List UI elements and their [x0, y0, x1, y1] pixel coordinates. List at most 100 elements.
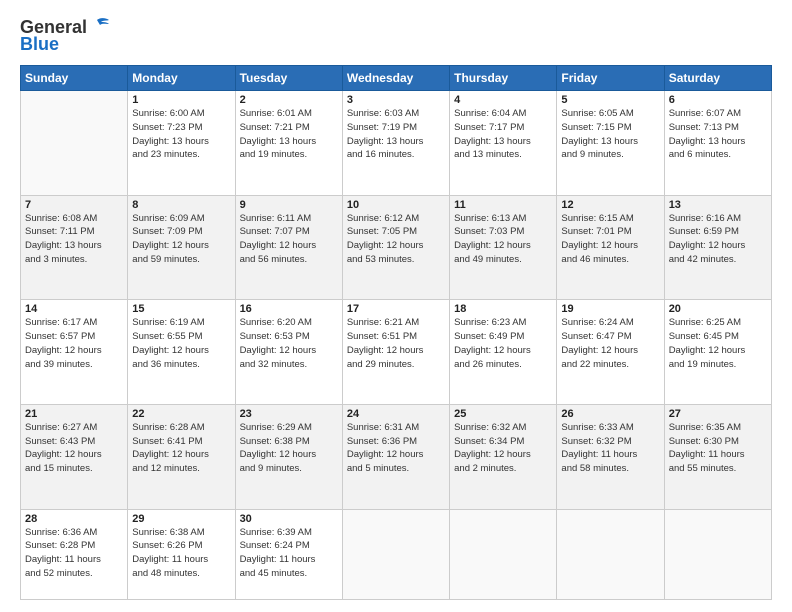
day-cell	[450, 509, 557, 599]
day-cell: 20Sunrise: 6:25 AMSunset: 6:45 PMDayligh…	[664, 300, 771, 405]
week-row-5: 28Sunrise: 6:36 AMSunset: 6:28 PMDayligh…	[21, 509, 772, 599]
day-number: 19	[561, 303, 659, 315]
day-info: Sunrise: 6:35 AMSunset: 6:30 PMDaylight:…	[669, 421, 767, 476]
day-number: 11	[454, 199, 552, 211]
day-cell: 19Sunrise: 6:24 AMSunset: 6:47 PMDayligh…	[557, 300, 664, 405]
day-cell: 10Sunrise: 6:12 AMSunset: 7:05 PMDayligh…	[342, 195, 449, 300]
day-number: 26	[561, 408, 659, 420]
day-cell: 28Sunrise: 6:36 AMSunset: 6:28 PMDayligh…	[21, 509, 128, 599]
day-number: 28	[25, 513, 123, 525]
day-number: 22	[132, 408, 230, 420]
day-number: 7	[25, 199, 123, 211]
day-info: Sunrise: 6:08 AMSunset: 7:11 PMDaylight:…	[25, 212, 123, 267]
day-cell: 16Sunrise: 6:20 AMSunset: 6:53 PMDayligh…	[235, 300, 342, 405]
day-number: 30	[240, 513, 338, 525]
header: General Blue	[20, 16, 772, 55]
day-number: 4	[454, 94, 552, 106]
logo: General Blue	[20, 16, 111, 55]
day-cell: 3Sunrise: 6:03 AMSunset: 7:19 PMDaylight…	[342, 91, 449, 196]
day-cell: 11Sunrise: 6:13 AMSunset: 7:03 PMDayligh…	[450, 195, 557, 300]
header-wednesday: Wednesday	[342, 66, 449, 91]
day-cell: 30Sunrise: 6:39 AMSunset: 6:24 PMDayligh…	[235, 509, 342, 599]
day-info: Sunrise: 6:21 AMSunset: 6:51 PMDaylight:…	[347, 316, 445, 371]
day-number: 29	[132, 513, 230, 525]
logo-bird-icon	[89, 16, 111, 38]
day-cell: 14Sunrise: 6:17 AMSunset: 6:57 PMDayligh…	[21, 300, 128, 405]
day-number: 1	[132, 94, 230, 106]
day-number: 23	[240, 408, 338, 420]
day-cell: 22Sunrise: 6:28 AMSunset: 6:41 PMDayligh…	[128, 404, 235, 509]
day-cell: 27Sunrise: 6:35 AMSunset: 6:30 PMDayligh…	[664, 404, 771, 509]
day-number: 14	[25, 303, 123, 315]
day-number: 10	[347, 199, 445, 211]
day-cell	[557, 509, 664, 599]
week-row-3: 14Sunrise: 6:17 AMSunset: 6:57 PMDayligh…	[21, 300, 772, 405]
day-info: Sunrise: 6:07 AMSunset: 7:13 PMDaylight:…	[669, 107, 767, 162]
day-cell: 26Sunrise: 6:33 AMSunset: 6:32 PMDayligh…	[557, 404, 664, 509]
day-number: 18	[454, 303, 552, 315]
day-info: Sunrise: 6:28 AMSunset: 6:41 PMDaylight:…	[132, 421, 230, 476]
day-cell: 15Sunrise: 6:19 AMSunset: 6:55 PMDayligh…	[128, 300, 235, 405]
header-thursday: Thursday	[450, 66, 557, 91]
day-number: 9	[240, 199, 338, 211]
day-info: Sunrise: 6:15 AMSunset: 7:01 PMDaylight:…	[561, 212, 659, 267]
day-cell: 1Sunrise: 6:00 AMSunset: 7:23 PMDaylight…	[128, 91, 235, 196]
day-info: Sunrise: 6:16 AMSunset: 6:59 PMDaylight:…	[669, 212, 767, 267]
day-cell	[664, 509, 771, 599]
calendar-table: Sunday Monday Tuesday Wednesday Thursday…	[20, 65, 772, 600]
day-cell: 23Sunrise: 6:29 AMSunset: 6:38 PMDayligh…	[235, 404, 342, 509]
day-cell: 29Sunrise: 6:38 AMSunset: 6:26 PMDayligh…	[128, 509, 235, 599]
day-cell: 17Sunrise: 6:21 AMSunset: 6:51 PMDayligh…	[342, 300, 449, 405]
day-number: 25	[454, 408, 552, 420]
day-info: Sunrise: 6:05 AMSunset: 7:15 PMDaylight:…	[561, 107, 659, 162]
week-row-4: 21Sunrise: 6:27 AMSunset: 6:43 PMDayligh…	[21, 404, 772, 509]
week-row-1: 1Sunrise: 6:00 AMSunset: 7:23 PMDaylight…	[21, 91, 772, 196]
day-cell: 25Sunrise: 6:32 AMSunset: 6:34 PMDayligh…	[450, 404, 557, 509]
day-info: Sunrise: 6:01 AMSunset: 7:21 PMDaylight:…	[240, 107, 338, 162]
day-number: 13	[669, 199, 767, 211]
day-number: 3	[347, 94, 445, 106]
day-number: 6	[669, 94, 767, 106]
day-cell: 8Sunrise: 6:09 AMSunset: 7:09 PMDaylight…	[128, 195, 235, 300]
day-cell: 5Sunrise: 6:05 AMSunset: 7:15 PMDaylight…	[557, 91, 664, 196]
day-info: Sunrise: 6:38 AMSunset: 6:26 PMDaylight:…	[132, 526, 230, 581]
day-info: Sunrise: 6:39 AMSunset: 6:24 PMDaylight:…	[240, 526, 338, 581]
day-cell: 2Sunrise: 6:01 AMSunset: 7:21 PMDaylight…	[235, 91, 342, 196]
day-number: 8	[132, 199, 230, 211]
day-number: 16	[240, 303, 338, 315]
header-tuesday: Tuesday	[235, 66, 342, 91]
day-cell: 7Sunrise: 6:08 AMSunset: 7:11 PMDaylight…	[21, 195, 128, 300]
day-info: Sunrise: 6:31 AMSunset: 6:36 PMDaylight:…	[347, 421, 445, 476]
day-info: Sunrise: 6:20 AMSunset: 6:53 PMDaylight:…	[240, 316, 338, 371]
page: General Blue Sunday Monday Tuesday Wedne…	[0, 0, 792, 612]
day-info: Sunrise: 6:36 AMSunset: 6:28 PMDaylight:…	[25, 526, 123, 581]
day-info: Sunrise: 6:27 AMSunset: 6:43 PMDaylight:…	[25, 421, 123, 476]
day-cell: 21Sunrise: 6:27 AMSunset: 6:43 PMDayligh…	[21, 404, 128, 509]
day-info: Sunrise: 6:03 AMSunset: 7:19 PMDaylight:…	[347, 107, 445, 162]
day-info: Sunrise: 6:19 AMSunset: 6:55 PMDaylight:…	[132, 316, 230, 371]
day-cell: 6Sunrise: 6:07 AMSunset: 7:13 PMDaylight…	[664, 91, 771, 196]
day-cell: 18Sunrise: 6:23 AMSunset: 6:49 PMDayligh…	[450, 300, 557, 405]
header-friday: Friday	[557, 66, 664, 91]
day-number: 24	[347, 408, 445, 420]
day-info: Sunrise: 6:25 AMSunset: 6:45 PMDaylight:…	[669, 316, 767, 371]
day-cell	[21, 91, 128, 196]
day-number: 21	[25, 408, 123, 420]
week-row-2: 7Sunrise: 6:08 AMSunset: 7:11 PMDaylight…	[21, 195, 772, 300]
day-number: 20	[669, 303, 767, 315]
day-number: 5	[561, 94, 659, 106]
day-info: Sunrise: 6:24 AMSunset: 6:47 PMDaylight:…	[561, 316, 659, 371]
day-info: Sunrise: 6:17 AMSunset: 6:57 PMDaylight:…	[25, 316, 123, 371]
days-header-row: Sunday Monday Tuesday Wednesday Thursday…	[21, 66, 772, 91]
day-info: Sunrise: 6:32 AMSunset: 6:34 PMDaylight:…	[454, 421, 552, 476]
day-number: 12	[561, 199, 659, 211]
day-info: Sunrise: 6:12 AMSunset: 7:05 PMDaylight:…	[347, 212, 445, 267]
day-info: Sunrise: 6:04 AMSunset: 7:17 PMDaylight:…	[454, 107, 552, 162]
day-info: Sunrise: 6:23 AMSunset: 6:49 PMDaylight:…	[454, 316, 552, 371]
day-number: 17	[347, 303, 445, 315]
day-cell: 12Sunrise: 6:15 AMSunset: 7:01 PMDayligh…	[557, 195, 664, 300]
day-cell: 13Sunrise: 6:16 AMSunset: 6:59 PMDayligh…	[664, 195, 771, 300]
day-info: Sunrise: 6:11 AMSunset: 7:07 PMDaylight:…	[240, 212, 338, 267]
day-cell: 9Sunrise: 6:11 AMSunset: 7:07 PMDaylight…	[235, 195, 342, 300]
header-monday: Monday	[128, 66, 235, 91]
